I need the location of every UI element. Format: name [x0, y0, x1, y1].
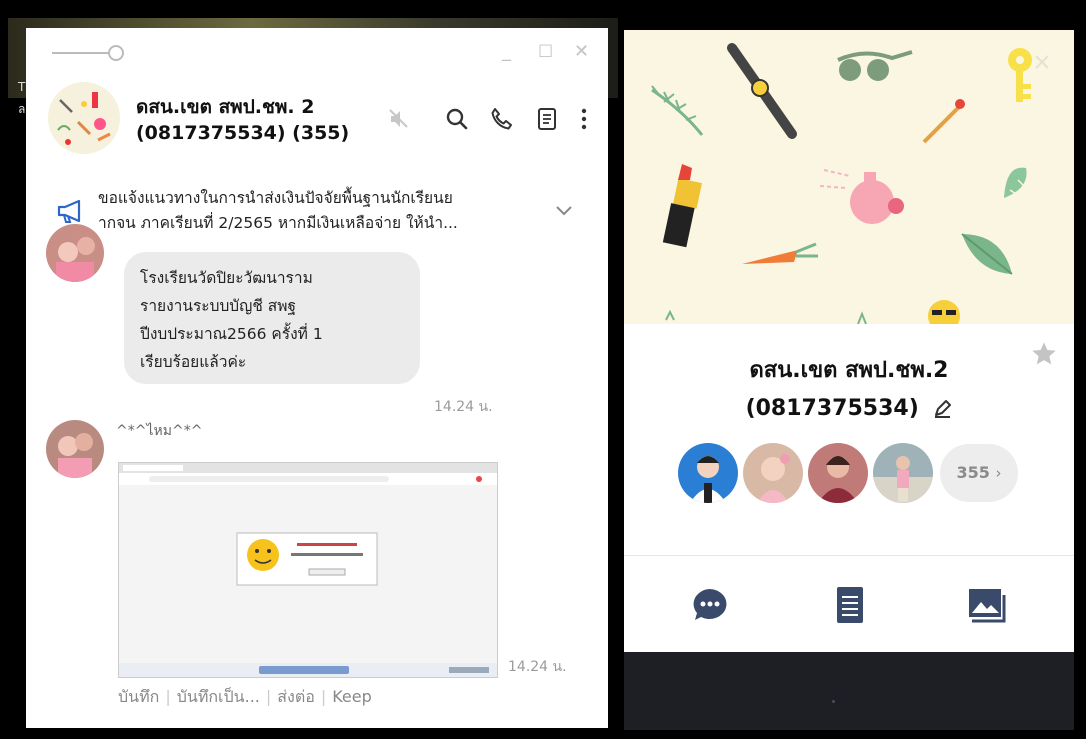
message-line: รายงานระบบบัญชี สพฐ — [140, 297, 297, 315]
announcement-line: ากจน ภาคเรียนที่ 2/2565 หากมีเงินเหลือจ่… — [98, 214, 458, 232]
save-as-action[interactable]: บันทึกเป็น... — [177, 687, 260, 706]
save-action[interactable]: บันทึก — [118, 687, 159, 706]
member-count-button[interactable]: 355 › — [940, 444, 1018, 502]
opacity-slider-handle[interactable] — [108, 45, 124, 61]
profile-cover — [624, 30, 1074, 324]
profile-name-line: (0817375534) — [644, 390, 1054, 428]
announcement-bar[interactable]: ขอแจ้งแนวทางในการนำส่งเงินปัจจัยพื้นฐานน… — [26, 178, 608, 245]
close-button[interactable]: ✕ — [574, 40, 589, 64]
desktop-text: ล — [18, 102, 26, 116]
sender-name: ^*^ไหม^*^ — [116, 423, 203, 439]
member-avatar[interactable] — [678, 443, 738, 503]
message-list: โรงเรียนวัดปิยะวัฒนาราม รายงานระบบบัญชี … — [26, 224, 608, 728]
chevron-right-icon: › — [995, 464, 1002, 482]
profile-name-line: ดสน.เขต สพป.ชพ.2 — [749, 358, 949, 383]
member-avatar[interactable] — [808, 443, 868, 503]
minimize-button[interactable]: _ — [502, 40, 511, 64]
message-bubble[interactable]: โรงเรียนวัดปิยะวัฒนาราม รายงานระบบบัญชี … — [124, 252, 420, 384]
attachment-actions: บันทึก | บันทึกเป็น... | ส่งต่อ | Keep — [118, 685, 372, 710]
message-line: เรียบร้อยแล้วค่ะ — [140, 353, 247, 371]
close-icon[interactable] — [1032, 52, 1052, 72]
message-text: โรงเรียนวัดปิยะวัฒนาราม รายงานระบบบัญชี … — [140, 264, 410, 376]
group-avatar-pattern-icon — [48, 82, 120, 154]
profile-name: ดสน.เขต สพป.ชพ.2 (0817375534) — [644, 352, 1054, 428]
divider — [832, 700, 835, 703]
divider: | — [265, 687, 272, 706]
opacity-slider-track[interactable] — [52, 52, 112, 54]
chat-title: ดสน.เขต สพป.ชพ. 2 (0817375534) (355) — [136, 96, 350, 144]
notes-icon[interactable] — [534, 106, 560, 132]
screenshot-thumbnail-icon — [119, 463, 497, 677]
edit-icon[interactable] — [932, 399, 952, 419]
sender-avatar[interactable] — [46, 420, 104, 478]
avatar-photo-icon — [873, 443, 933, 503]
divider — [624, 555, 1074, 556]
message-line: โรงเรียนวัดปิยะวัฒนาราม — [140, 269, 313, 287]
desktop-background — [624, 652, 1074, 730]
announcement-text: ขอแจ้งแนวทางในการนำส่งเงินปัจจัยพื้นฐานน… — [98, 186, 538, 236]
profile-panel: ดสน.เขต สพป.ชพ.2 (0817375534) 355 › — [624, 30, 1074, 652]
member-count: 355 — [956, 463, 990, 482]
maximize-button[interactable]: ☐ — [538, 40, 553, 64]
avatar-photo-icon — [808, 443, 868, 503]
message-time: 14.24 น. — [508, 659, 567, 675]
forward-action[interactable]: ส่งต่อ — [277, 687, 315, 706]
avatar-photo-icon — [743, 443, 803, 503]
image-attachment[interactable] — [118, 462, 498, 678]
chat-window: _ ☐ ✕ ดสน.เขต สพป.ชพ. 2 (0817375534) (35… — [26, 28, 608, 728]
member-avatar[interactable] — [873, 443, 933, 503]
mute-icon[interactable] — [386, 106, 412, 132]
announcement-line: ขอแจ้งแนวทางในการนำส่งเงินปัจจัยพื้นฐานน… — [98, 189, 453, 207]
note-icon[interactable] — [828, 583, 872, 627]
divider: | — [320, 687, 327, 706]
megaphone-icon — [57, 199, 81, 223]
desktop-text: T — [18, 80, 26, 94]
message-time: 14.24 น. — [434, 399, 493, 415]
chevron-down-icon[interactable] — [554, 204, 574, 218]
call-icon[interactable] — [488, 106, 514, 132]
search-icon[interactable] — [444, 106, 470, 132]
divider: | — [165, 687, 171, 706]
chat-icon[interactable] — [688, 583, 732, 627]
member-avatar[interactable] — [743, 443, 803, 503]
avatar-photo-icon — [678, 443, 738, 503]
avatar-photo-icon — [46, 420, 104, 478]
album-icon[interactable] — [964, 583, 1008, 627]
profile-phone: (0817375534) — [745, 396, 919, 421]
keep-action[interactable]: Keep — [332, 687, 372, 706]
sender-avatar[interactable] — [46, 224, 104, 282]
more-icon[interactable] — [574, 106, 594, 132]
avatar-photo-icon — [46, 224, 104, 282]
message-line: ปีงบประมาณ2566 ครั้งที่ 1 — [140, 325, 323, 343]
cover-pattern-icon — [624, 30, 1074, 324]
group-avatar[interactable] — [48, 82, 120, 154]
